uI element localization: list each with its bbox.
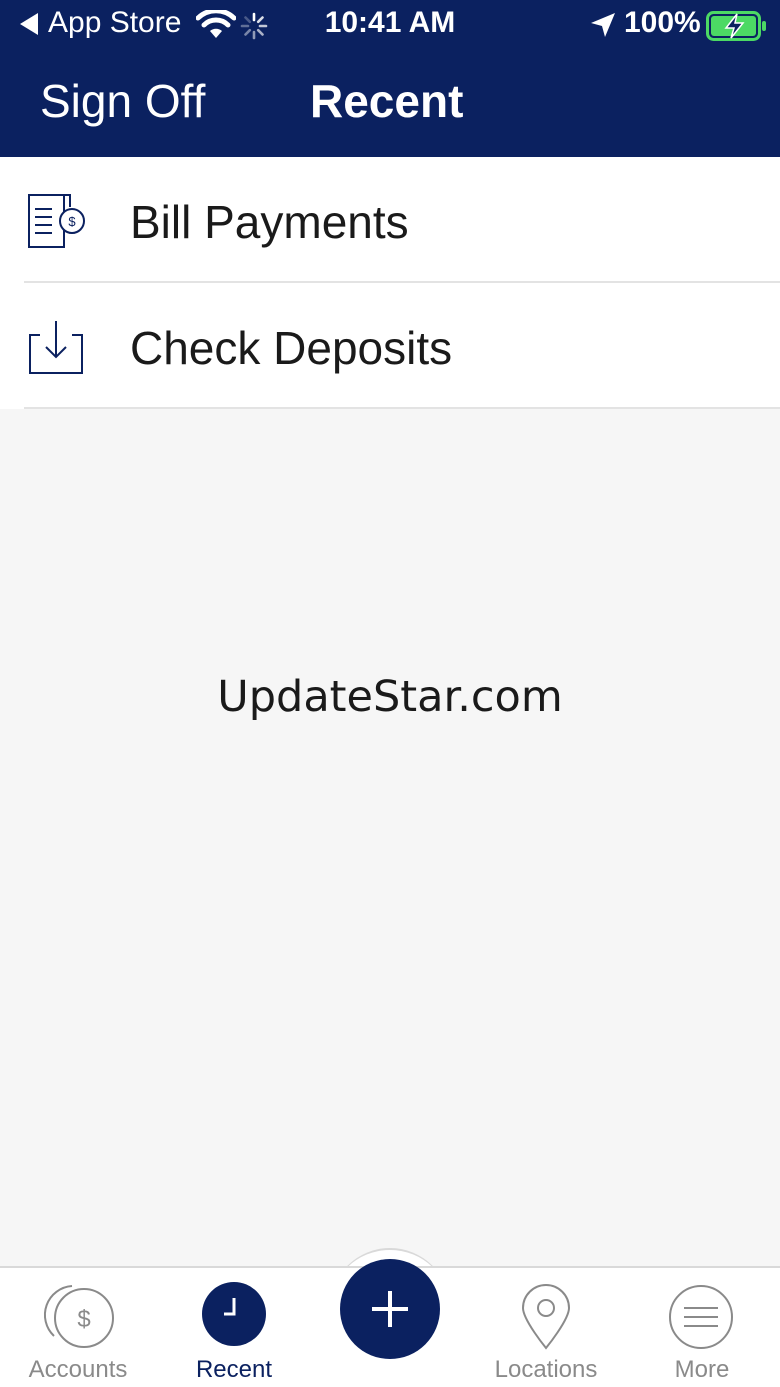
tab-accounts[interactable]: $ Accounts [0,1268,156,1387]
tab-label: Recent [195,1356,273,1383]
page-title: Recent [310,75,464,127]
tab-recent[interactable]: Recent [156,1268,312,1387]
list-item-check-deposits[interactable]: Check Deposits [0,283,780,409]
divider [24,407,780,409]
location-arrow-icon [591,13,615,37]
watermark-text: UpdateStar.com [217,672,563,722]
download-tray-icon [29,321,83,374]
app-screen: App Store 10:41 AM 100% Sign Off Recent … [0,0,780,1387]
location-pin-icon [521,1284,571,1350]
tab-label: More [674,1356,730,1383]
svg-text:$: $ [68,214,76,229]
sign-off-button[interactable]: Sign Off [40,74,205,128]
tab-more[interactable]: More [624,1268,780,1387]
dollar-coin-icon: $ [43,1285,114,1348]
tab-label: Locations [494,1356,598,1383]
header: App Store 10:41 AM 100% Sign Off Recent [0,0,780,157]
list-item-label: Bill Payments [130,196,409,248]
list-item-bill-payments[interactable]: $ Bill Payments [0,157,780,283]
menu-lines-icon [669,1285,733,1349]
list-item-label: Check Deposits [130,322,453,374]
tab-label: Accounts [28,1356,128,1383]
tab-locations[interactable]: Locations [468,1268,624,1387]
add-action-button[interactable] [340,1259,440,1359]
plus-icon [372,1291,408,1327]
battery-percentage: 100% [624,6,701,39]
battery-charging-icon [706,11,766,41]
svg-text:$: $ [77,1306,90,1333]
clock-icon [202,1282,266,1346]
status-bar: App Store 10:41 AM 100% [0,0,780,52]
bill-payment-icon: $ [28,194,85,248]
recent-list: $ Bill Payments Check Deposits [0,157,780,409]
